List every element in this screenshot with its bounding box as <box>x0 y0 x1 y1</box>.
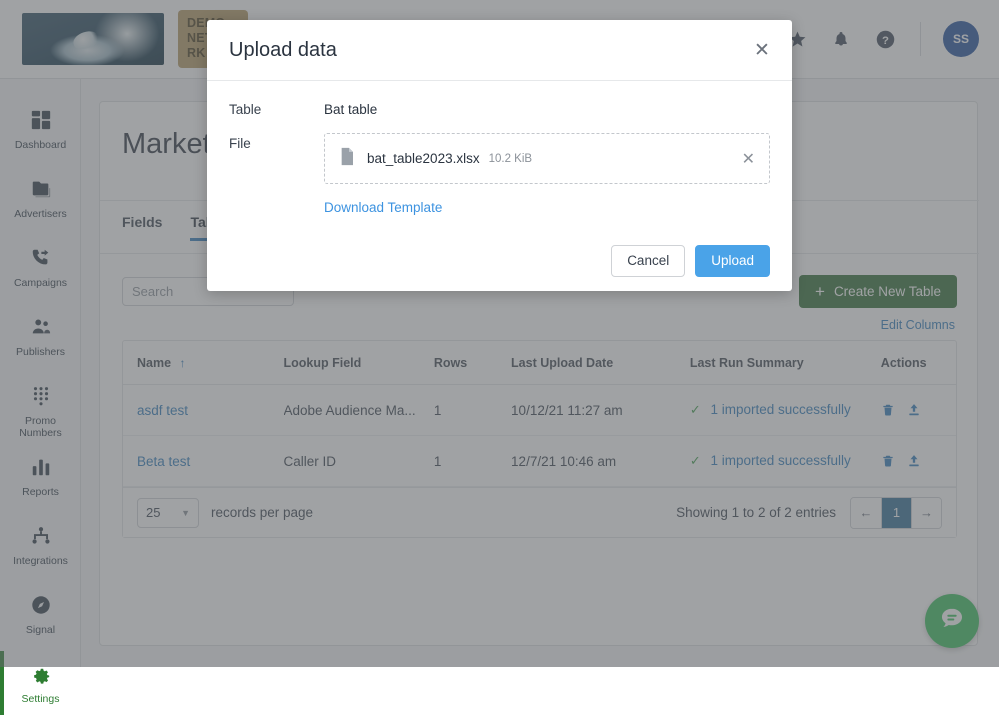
close-icon[interactable]: ✕ <box>748 36 776 64</box>
table-field-label: Table <box>229 99 324 117</box>
file-field-label: File <box>229 133 324 151</box>
table-field-row: Table Bat table <box>229 99 770 117</box>
modal-header: Upload data ✕ <box>207 20 792 81</box>
modal-footer: Cancel Upload <box>207 230 792 291</box>
remove-file-icon[interactable]: ✕ <box>742 149 755 169</box>
table-field-value: Bat table <box>324 99 377 117</box>
upload-data-modal: Upload data ✕ Table Bat table File bat_t… <box>207 20 792 291</box>
upload-button[interactable]: Upload <box>695 245 770 277</box>
download-template-link[interactable]: Download Template <box>324 200 770 215</box>
document-icon <box>339 147 355 171</box>
file-field-row: File bat_table2023.xlsx 10.2 KiB ✕ <box>229 133 770 184</box>
uploaded-file-name: bat_table2023.xlsx <box>367 151 480 166</box>
modal-title: Upload data <box>229 39 337 62</box>
sidebar-item-label: Settings <box>4 693 78 705</box>
file-dropzone[interactable]: bat_table2023.xlsx 10.2 KiB ✕ <box>324 133 770 184</box>
modal-body: Table Bat table File bat_table2023.xlsx … <box>207 81 792 215</box>
uploaded-file-size: 10.2 KiB <box>489 153 532 165</box>
cancel-button[interactable]: Cancel <box>611 245 685 277</box>
